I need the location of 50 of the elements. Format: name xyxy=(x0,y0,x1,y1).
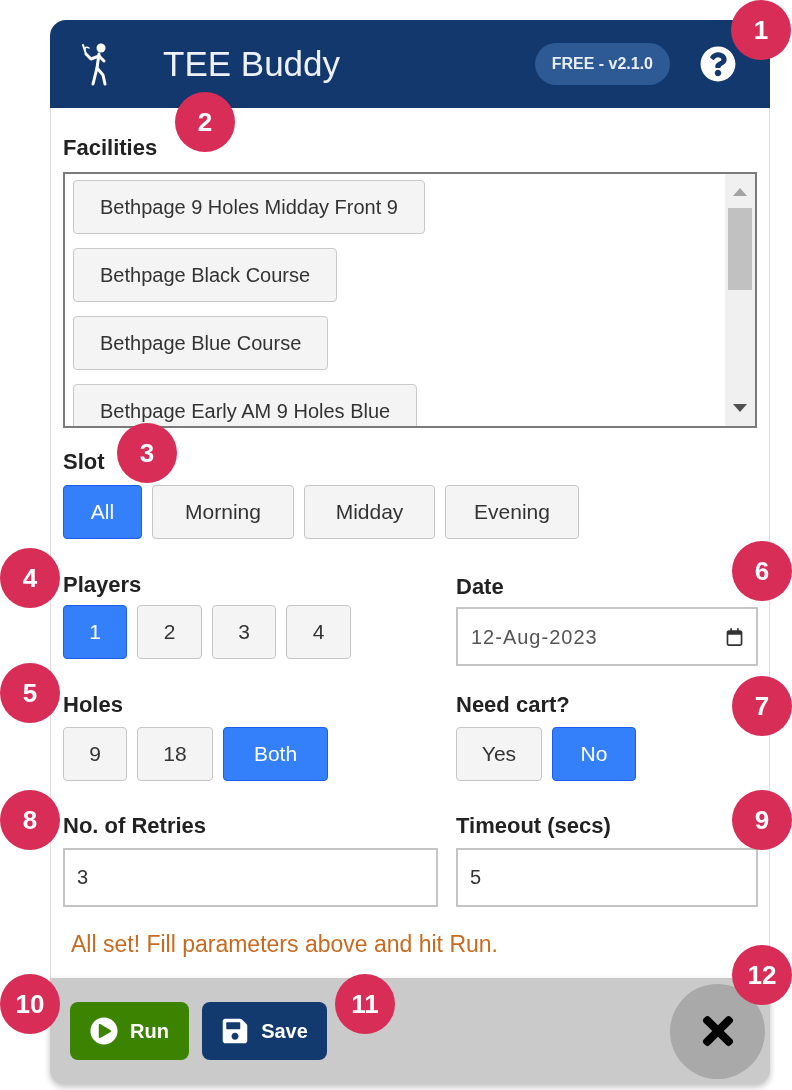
field-label: Holes xyxy=(63,691,123,719)
field-label: Timeout (secs) xyxy=(456,812,611,840)
slot-option[interactable]: Evening xyxy=(445,485,579,539)
callout-badge: 8 xyxy=(0,790,60,850)
holes-option[interactable]: Both xyxy=(223,727,328,781)
field-label: Slot xyxy=(63,448,105,476)
field-label: Facilities xyxy=(63,134,158,162)
play-icon xyxy=(90,1017,119,1045)
app-title: TEE Buddy xyxy=(163,44,341,84)
facility-item[interactable]: Bethpage 9 Holes Midday Front 9 xyxy=(73,180,425,234)
facility-item[interactable]: Bethpage Black Course xyxy=(73,248,338,302)
holes-option[interactable]: 9 xyxy=(63,727,127,781)
holes-option[interactable]: 18 xyxy=(137,727,213,781)
slot-option[interactable]: Midday xyxy=(304,485,435,539)
calendar-icon[interactable] xyxy=(726,627,743,646)
field-label: Date xyxy=(456,573,504,601)
cart-option[interactable]: No xyxy=(552,727,636,781)
field-label: Need cart? xyxy=(456,691,570,719)
run-button[interactable]: Run xyxy=(70,1002,189,1060)
help-icon[interactable] xyxy=(700,46,736,82)
facility-item[interactable]: Bethpage Blue Course xyxy=(73,316,329,370)
scroll-down-icon[interactable] xyxy=(733,404,747,412)
facility-item[interactable]: Bethpage Early AM 9 Holes Blue xyxy=(73,384,418,426)
player-count-option[interactable]: 2 xyxy=(137,605,202,659)
scrollbar[interactable] xyxy=(725,174,755,426)
timeout-input[interactable]: 5 xyxy=(456,848,758,907)
callout-badge: 6 xyxy=(732,541,792,601)
player-count-option[interactable]: 3 xyxy=(212,605,276,659)
field-label: No. of Retries xyxy=(63,812,207,840)
version-badge: FREE - v2.1.0 xyxy=(534,43,670,85)
slot-option[interactable]: All xyxy=(63,485,142,539)
callout-badge: 4 xyxy=(0,548,60,608)
callout-badge: 1 xyxy=(731,0,791,60)
callout-badge: 5 xyxy=(0,663,60,723)
scrollbar-thumb[interactable] xyxy=(728,208,752,290)
cart-option[interactable]: Yes xyxy=(456,727,542,781)
callout-badge: 2 xyxy=(175,92,235,152)
player-count-option[interactable]: 4 xyxy=(286,605,351,659)
date-field[interactable]: 12-Aug-2023 xyxy=(456,607,758,666)
field-label: Players xyxy=(63,571,142,599)
save-button[interactable]: Save xyxy=(202,1002,327,1060)
slot-option[interactable]: Morning xyxy=(152,485,294,539)
retries-input[interactable]: 3 xyxy=(63,848,438,907)
status-message: All set! Fill parameters above and hit Run. xyxy=(70,930,498,958)
callout-badge: 3 xyxy=(117,423,177,483)
player-count-option[interactable]: 1 xyxy=(63,605,127,659)
callout-badge: 10 xyxy=(0,974,60,1034)
callout-badge: 12 xyxy=(732,945,792,1005)
callout-badge: 7 xyxy=(732,676,792,736)
callout-badge: 9 xyxy=(732,790,792,850)
